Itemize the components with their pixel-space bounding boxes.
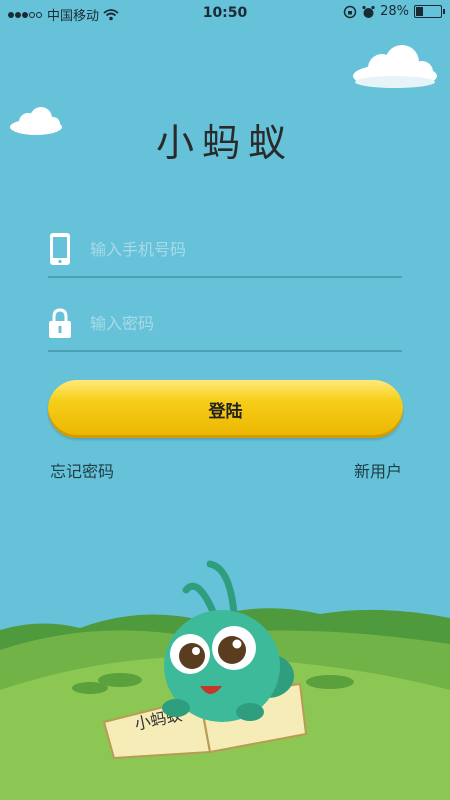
- lock-icon: [49, 308, 71, 338]
- battery-icon: [414, 5, 445, 18]
- phone-icon: [50, 233, 70, 265]
- rotation-lock-icon: [343, 5, 357, 18]
- phone-input[interactable]: [88, 234, 392, 264]
- ant-mascot-illustration: [162, 560, 294, 722]
- phone-field: [48, 222, 402, 278]
- forgot-password-link[interactable]: 忘记密码: [50, 458, 114, 482]
- login-button[interactable]: 登陆: [48, 380, 403, 438]
- app-title: 小蚂蚁: [155, 121, 294, 165]
- status-right: 28%: [343, 4, 445, 19]
- password-input[interactable]: [88, 308, 392, 338]
- new-user-link[interactable]: 新用户: [354, 458, 402, 482]
- alarm-icon: [362, 5, 375, 18]
- battery-percent: 28%: [380, 4, 409, 19]
- cloud-decoration-right: [353, 45, 437, 88]
- status-bar: 中国移动 10:50 28%: [0, 0, 450, 26]
- password-field: [48, 296, 402, 352]
